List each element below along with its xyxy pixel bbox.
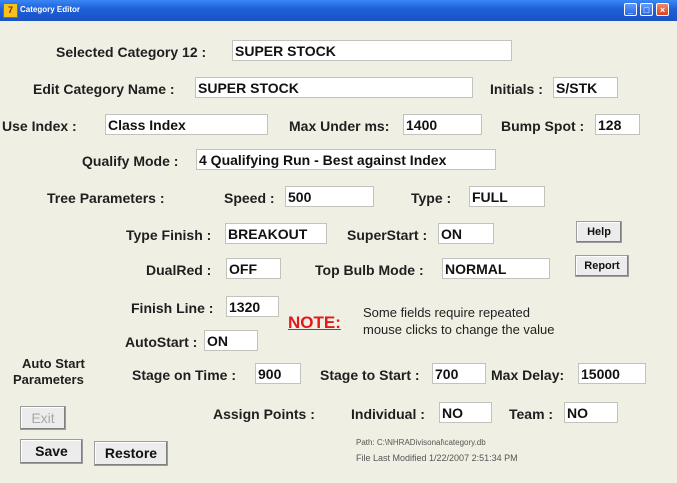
team-field[interactable]: NO (564, 402, 618, 423)
use-index-label: Use Index : (2, 118, 77, 134)
type-field[interactable]: FULL (469, 186, 545, 207)
note-label: NOTE: (288, 313, 341, 332)
stage-to-start-label: Stage to Start : (320, 367, 420, 383)
finish-line-label: Finish Line : (131, 300, 214, 316)
superstart-field[interactable]: ON (438, 223, 494, 244)
type-finish-label: Type Finish : (126, 227, 212, 243)
speed-label: Speed : (224, 190, 275, 206)
qualify-mode-label: Qualify Mode : (82, 153, 179, 169)
autostart-label: AutoStart : (125, 334, 198, 350)
assign-points-label: Assign Points : (213, 406, 315, 422)
top-bulb-mode-field[interactable]: NORMAL (442, 258, 550, 279)
selected-category-field[interactable]: SUPER STOCK (232, 40, 512, 61)
exit-button[interactable]: Exit (20, 406, 66, 430)
stage-to-start-field[interactable]: 700 (432, 363, 486, 384)
speed-field[interactable]: 500 (285, 186, 374, 207)
tree-parameters-label: Tree Parameters : (47, 190, 165, 206)
individual-field[interactable]: NO (439, 402, 492, 423)
autostart-field[interactable]: ON (204, 330, 258, 351)
bump-spot-field[interactable]: 128 (595, 114, 640, 135)
dualred-label: DualRed : (146, 262, 212, 278)
max-under-ms-label: Max Under ms: (289, 118, 390, 134)
category-editor-window: 7 Category Editor _ □ × Selected Categor… (0, 0, 677, 483)
report-button[interactable]: Report (575, 255, 629, 277)
help-button[interactable]: Help (576, 221, 622, 243)
app-icon: 7 (3, 3, 18, 18)
type-label: Type : (411, 190, 452, 206)
minimize-button[interactable]: _ (624, 3, 637, 16)
stage-on-time-label: Stage on Time : (132, 367, 236, 383)
note-line-2: mouse clicks to change the value (363, 322, 555, 337)
superstart-label: SuperStart : (347, 227, 428, 243)
edit-category-name-field[interactable]: SUPER STOCK (195, 77, 473, 98)
db-path-text: Path: C:\NHRADivisonal\category.db (356, 438, 486, 447)
window-title: Category Editor (20, 5, 81, 14)
qualify-mode-field[interactable]: 4 Qualifying Run - Best against Index (196, 149, 496, 170)
individual-label: Individual : (351, 406, 425, 422)
max-delay-field[interactable]: 15000 (578, 363, 646, 384)
finish-line-field[interactable]: 1320 (226, 296, 279, 317)
close-button[interactable]: × (656, 3, 669, 16)
dualred-field[interactable]: OFF (226, 258, 281, 279)
edit-category-name-label: Edit Category Name : (33, 81, 175, 97)
selected-category-label: Selected Category 12 : (56, 44, 207, 60)
last-modified-text: File Last Modified 1/22/2007 2:51:34 PM (356, 453, 518, 463)
restore-button[interactable]: Restore (94, 441, 168, 466)
title-bar[interactable]: 7 Category Editor _ □ × (0, 0, 677, 21)
initials-label: Initials : (490, 81, 543, 97)
stage-on-time-field[interactable]: 900 (255, 363, 301, 384)
use-index-field[interactable]: Class Index (105, 114, 268, 135)
save-button[interactable]: Save (20, 439, 83, 464)
team-label: Team : (509, 406, 554, 422)
auto-start-parameters-label-2: Parameters (13, 372, 84, 387)
auto-start-parameters-label-1: Auto Start (22, 356, 85, 371)
initials-field[interactable]: S/STK (553, 77, 618, 98)
note-line-1: Some fields require repeated (363, 305, 530, 320)
type-finish-field[interactable]: BREAKOUT (225, 223, 327, 244)
max-delay-label: Max Delay: (491, 367, 565, 383)
top-bulb-mode-label: Top Bulb Mode : (315, 262, 424, 278)
max-under-ms-field[interactable]: 1400 (403, 114, 482, 135)
bump-spot-label: Bump Spot : (501, 118, 585, 134)
maximize-button[interactable]: □ (640, 3, 653, 16)
